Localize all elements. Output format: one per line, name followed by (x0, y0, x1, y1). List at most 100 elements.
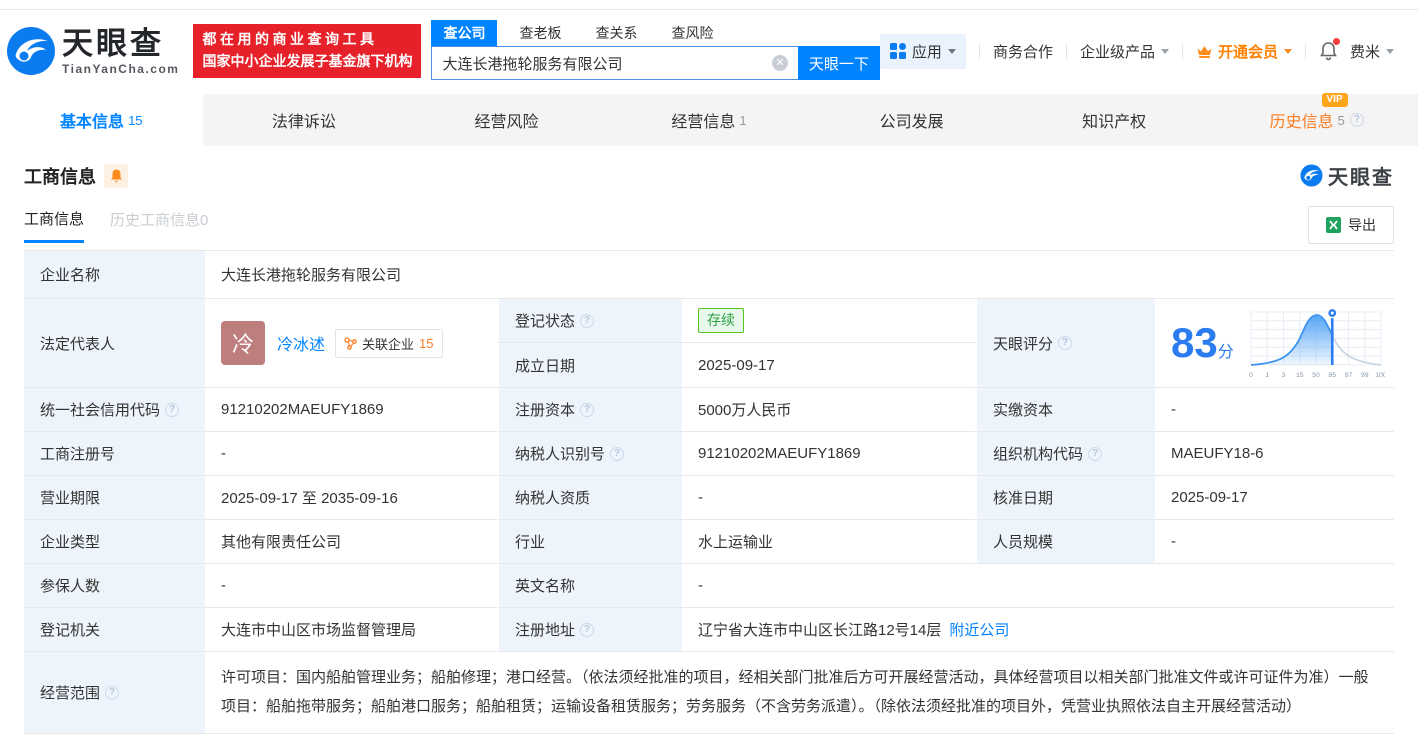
company-type-label: 企业类型 (24, 520, 205, 564)
header-nav: 应用 商务合作 企业级产品 开通会员 费米 (879, 33, 1394, 69)
svg-text:3: 3 (1281, 372, 1285, 379)
taxpayer-qualification-label: 纳税人资质 (497, 476, 682, 520)
tab-label: 法律诉讼 (271, 114, 336, 131)
chevron-down-icon (1160, 48, 1169, 54)
org-code-label: 组织机构代码? (975, 432, 1155, 476)
company-nav-tabs: 基本信息 15 法律诉讼 经营风险 经营信息 1 公司发展 知识产权 历史信息 … (0, 93, 1418, 146)
help-icon[interactable]: ? (1349, 113, 1364, 127)
site-header: 天眼查 TianYanCha.com 都在用的商业查询工具 国家中小企业发展子基… (0, 10, 1418, 94)
search-tab-relation[interactable]: 查关系 (583, 20, 649, 46)
credit-code-label: 统一社会信用代码? (24, 388, 205, 432)
tab-intellectual-property[interactable]: 知识产权 (1013, 94, 1216, 146)
business-scope-value: 许可项目：国内船舶管理业务；船舶修理；港口经营。（依法须经批准的项目，经相关部门… (205, 652, 1394, 734)
vip-upgrade-menu[interactable]: 开通会员 (1196, 41, 1292, 62)
help-icon[interactable]: ? (610, 446, 625, 461)
nearby-companies-link[interactable]: 附近公司 (949, 619, 1009, 640)
business-term-value: 2025-09-17 至 2035-09-16 (205, 476, 497, 520)
tab-count: 15 (128, 112, 143, 128)
help-icon[interactable]: ? (580, 402, 595, 417)
help-icon[interactable]: ? (1058, 336, 1073, 350)
excel-icon (1326, 217, 1341, 233)
tab-legal-litigation[interactable]: 法律诉讼 (203, 94, 406, 146)
help-icon[interactable]: ? (580, 622, 595, 637)
help-icon[interactable]: ? (1088, 446, 1103, 461)
search-tab-risk[interactable]: 查风险 (659, 20, 725, 46)
help-icon[interactable]: ? (165, 402, 180, 417)
chevron-down-icon (1386, 48, 1394, 54)
legal-rep-link[interactable]: 冷冰述 (277, 331, 325, 355)
tab-label: 公司发展 (879, 114, 944, 131)
tab-basic-info[interactable]: 基本信息 15 (0, 94, 203, 146)
company-name-value: 大连长港拖轮服务有限公司 (205, 251, 1394, 299)
brand-domain: TianYanCha.com (62, 61, 180, 76)
taxpayer-qualification-value: - (682, 476, 975, 520)
paidin-capital-label: 实缴资本 (975, 388, 1155, 432)
table-row: 营业期限 2025-09-17 至 2035-09-16 纳税人资质 - 核准日… (24, 476, 1394, 520)
user-menu[interactable]: 费米 (1350, 41, 1394, 62)
score-distribution-chart: 0 1 3 15 50 85 97 99 100 (1248, 304, 1385, 382)
help-icon[interactable]: ? (580, 313, 595, 328)
subtab-history-business-info[interactable]: 历史工商信息0 (110, 209, 208, 241)
table-row: 工商注册号 - 纳税人识别号? 91210202MAEUFY1869 组织机构代… (24, 432, 1394, 476)
svg-text:15: 15 (1296, 372, 1304, 379)
section-title: 工商信息 (24, 166, 96, 187)
search-button[interactable]: 天眼一下 (797, 46, 880, 80)
search-area: 查公司 查老板 查关系 查风险 ✕ 天眼一下 (431, 20, 880, 80)
tab-label: 经营信息 (671, 114, 736, 131)
english-name-label: 英文名称 (497, 564, 682, 608)
score-value: 83 (1171, 319, 1218, 366)
related-companies-badge[interactable]: 关联企业 15 (335, 328, 443, 358)
legal-rep-cell: 冷 冷冰述 关联企业 15 (205, 299, 497, 388)
related-label: 关联企业 (362, 336, 415, 352)
tab-company-development[interactable]: 公司发展 (810, 94, 1013, 146)
tianyancha-logo[interactable]: 天眼查 TianYanCha.com (6, 26, 179, 76)
establish-date-value: 2025-09-17 (682, 343, 975, 387)
apps-menu[interactable]: 应用 (879, 33, 966, 69)
main-content: 工商信息 天眼查 工商信息 历史工商信息0 导出 企业名称 大连长港拖轮服务有限… (0, 146, 1418, 734)
username: 费米 (1349, 43, 1380, 61)
table-row: 企业类型 其他有限责任公司 行业 水上运输业 人员规模 - (24, 520, 1394, 564)
tab-operating-info[interactable]: 经营信息 1 (608, 94, 811, 146)
org-code-value: MAEUFY18-6 (1155, 432, 1394, 476)
apps-grid-icon (889, 43, 906, 59)
help-icon[interactable]: ? (105, 685, 120, 700)
slogan-line2: 国家中小企业发展子基金旗下机构 (202, 53, 413, 69)
legal-rep-avatar[interactable]: 冷 (221, 321, 265, 365)
divider (1304, 43, 1306, 59)
subtab-business-info[interactable]: 工商信息 (24, 208, 85, 243)
search-tab-company[interactable]: 查公司 (431, 20, 498, 46)
monitor-bell-icon[interactable] (104, 163, 128, 188)
staff-size-label: 人员规模 (975, 520, 1155, 564)
search-tabs: 查公司 查老板 查关系 查风险 (431, 20, 879, 46)
crown-icon (1196, 44, 1213, 59)
svg-text:0: 0 (1249, 372, 1253, 379)
notification-bell-icon[interactable] (1319, 38, 1340, 61)
apps-label: 应用 (911, 43, 942, 61)
enterprise-label: 企业级产品 (1079, 43, 1155, 61)
tab-label: 知识产权 (1082, 114, 1147, 131)
table-row: 企业名称 大连长港拖轮服务有限公司 (24, 251, 1394, 299)
reg-status-cell: 存续 (682, 299, 975, 343)
tab-operating-risk[interactable]: 经营风险 (405, 94, 608, 146)
business-term-label: 营业期限 (24, 476, 205, 520)
table-row: 法定代表人 冷 冷冰述 关联企业 15 登记状态 ? 存续 成立日期 2025-… (24, 299, 1395, 388)
approval-date-value: 2025-09-17 (1155, 476, 1394, 520)
divider (1181, 43, 1183, 59)
registered-address-label: 注册地址? (497, 608, 682, 652)
top-divider (0, 0, 1418, 10)
enterprise-product-menu[interactable]: 企业级产品 (1080, 41, 1169, 62)
network-icon (344, 336, 357, 350)
business-cooperation-link[interactable]: 商务合作 (993, 41, 1053, 62)
related-count: 15 (419, 335, 434, 351)
search-tab-boss[interactable]: 查老板 (507, 20, 573, 46)
chevron-down-icon (947, 48, 956, 54)
export-button[interactable]: 导出 (1308, 206, 1394, 244)
registered-address-cell: 辽宁省大连市中山区长江路12号14层 附近公司 (682, 608, 1394, 652)
svg-text:50: 50 (1312, 372, 1320, 379)
search-input[interactable] (431, 46, 798, 80)
english-name-value: - (682, 564, 1394, 608)
tab-history-info[interactable]: 历史信息 VIP 5 ? (1215, 93, 1418, 146)
export-label: 导出 (1348, 217, 1376, 233)
tianyan-score-cell[interactable]: 83 分 0 1 3 15 50 85 97 99 100 (1155, 299, 1395, 388)
clear-search-icon[interactable]: ✕ (771, 55, 788, 71)
